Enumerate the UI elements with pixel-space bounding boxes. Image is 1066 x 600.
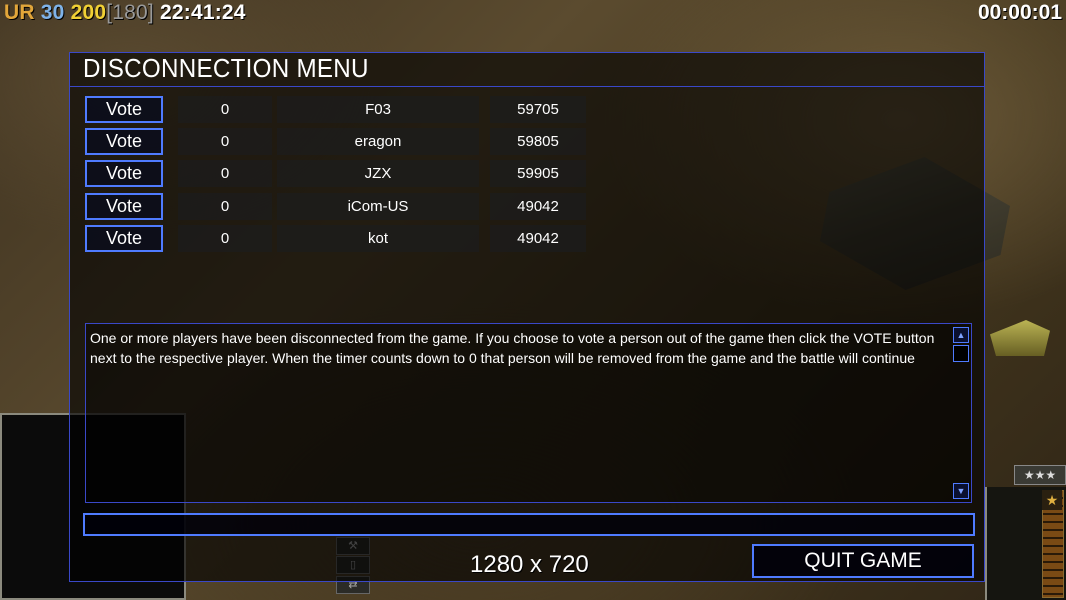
player-name: kot [277,225,479,252]
chat-input[interactable] [83,513,975,536]
vote-count: 0 [178,96,272,123]
vote-button[interactable]: Vote [85,193,163,220]
vote-button[interactable]: Vote [85,96,163,123]
rank-stars-icon[interactable]: ★★★ [1014,465,1066,485]
vote-button[interactable]: Vote [85,225,163,252]
hud-status: UR 30 200[180] 22:41:24 [4,1,246,25]
player-id: 59805 [490,128,586,155]
hud-value1: 30 [40,1,65,24]
message-scrollbar[interactable]: ▲ ▼ [952,324,970,502]
player-id: 59705 [490,96,586,123]
scroll-thumb[interactable] [953,345,969,362]
vote-count: 0 [178,193,272,220]
dialog-title: DISCONNECTION MENU [83,53,369,83]
hud-clock: 22:41:24 [160,1,246,24]
player-name: JZX [277,160,479,187]
player-name: eragon [277,128,479,155]
game-timer: 00:00:01 [977,1,1062,24]
vote-count: 0 [178,160,272,187]
title-divider [70,86,984,87]
vote-count: 0 [178,225,272,252]
hud-bracket: [180] [106,1,154,24]
player-id: 49042 [490,193,586,220]
power-star-icon: ★ [1042,490,1062,510]
disconnect-message: One or more players have been disconnect… [90,330,935,366]
message-box: One or more players have been disconnect… [85,323,972,503]
player-id: 49042 [490,225,586,252]
arrow-up-icon[interactable]: ▲ [953,327,969,343]
resolution-label: 1280 x 720 [470,551,589,578]
disconnection-dialog: DISCONNECTION MENU Vote 0 F03 59705 Vote… [69,52,985,582]
player-name: F03 [277,96,479,123]
player-id: 59905 [490,160,586,187]
dozer-vehicle [990,320,1050,356]
arrow-down-icon[interactable]: ▼ [953,483,969,499]
vote-count: 0 [178,128,272,155]
vote-button[interactable]: Vote [85,128,163,155]
player-name: iCom-US [277,193,479,220]
quit-game-button[interactable]: QUIT GAME [752,544,974,578]
hud-prefix: UR [4,1,35,24]
vote-button[interactable]: Vote [85,160,163,187]
hud-value2: 200 [70,1,107,24]
